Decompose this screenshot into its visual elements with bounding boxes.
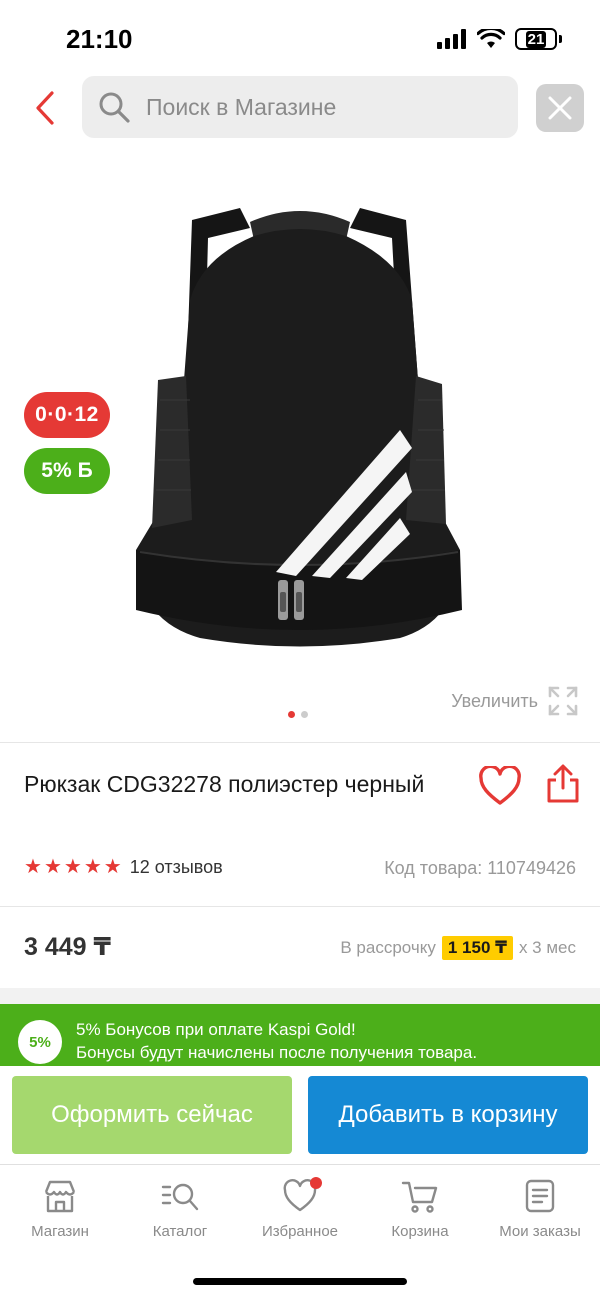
- store-icon: [44, 1180, 76, 1213]
- installment-suffix: х 3 мес: [518, 938, 576, 957]
- promo-badge: 5%: [18, 1020, 62, 1064]
- search-input[interactable]: Поиск в Магазине: [82, 76, 518, 138]
- add-to-cart-button[interactable]: Добавить в корзину: [308, 1076, 588, 1154]
- catalog-search-icon: [161, 1183, 199, 1211]
- installment-prefix: В рассрочку: [340, 938, 436, 957]
- bonus-badge-currency: Б: [77, 459, 93, 482]
- wifi-icon: [477, 29, 505, 48]
- pagination-dot-active: [288, 711, 295, 718]
- status-time: 21:10: [66, 24, 133, 54]
- status-icons: 21: [437, 28, 562, 50]
- divider: [0, 742, 600, 743]
- battery-level: 21: [525, 30, 547, 48]
- search-row: Поиск в Магазине: [0, 76, 600, 140]
- divider: [0, 906, 600, 907]
- star-icon: ★: [83, 856, 102, 878]
- zoom-button[interactable]: Увеличить: [451, 686, 578, 716]
- promo-line-2: Бонусы будут начислены после получения т…: [76, 1043, 478, 1062]
- star-icon: ★: [103, 856, 122, 878]
- notification-dot: [310, 1177, 322, 1189]
- chevron-left-icon: [36, 91, 54, 125]
- tab-catalog[interactable]: Каталог: [120, 1177, 240, 1240]
- tab-label: Магазин: [31, 1223, 89, 1240]
- bonus-badge-value: 5%: [41, 459, 72, 482]
- expand-icon: [548, 686, 578, 716]
- tab-favorites[interactable]: Избранное: [240, 1177, 360, 1240]
- pagination-dot: [301, 711, 308, 718]
- tab-orders[interactable]: Мои заказы: [480, 1177, 600, 1240]
- search-icon: [99, 92, 130, 123]
- bonus-badge: 5% Б: [24, 448, 110, 494]
- installment-amount: 1 150 ₸: [441, 936, 513, 960]
- cart-icon: [401, 1181, 438, 1213]
- heart-icon: [479, 764, 521, 805]
- battery-cap: [559, 35, 562, 43]
- price: 3 449 ₸: [24, 933, 111, 961]
- battery-icon: 21: [515, 28, 557, 50]
- action-bar: Оформить сейчас Добавить в корзину: [0, 1066, 600, 1166]
- tab-cart[interactable]: Корзина: [360, 1177, 480, 1240]
- home-indicator: [193, 1278, 407, 1285]
- star-icon: ★: [63, 856, 82, 878]
- share-icon: [547, 764, 579, 803]
- tab-store[interactable]: Магазин: [0, 1177, 120, 1240]
- bonus-promo-banner[interactable]: 5% 5% Бонусов при оплате Kaspi Gold! Бон…: [0, 1004, 600, 1066]
- back-button[interactable]: [28, 86, 62, 130]
- tab-label: Мои заказы: [499, 1223, 581, 1240]
- orders-icon: [525, 1179, 555, 1213]
- image-pagination: [288, 711, 308, 718]
- installment-info[interactable]: В рассрочку 1 150 ₸ х 3 мес: [340, 936, 576, 960]
- close-icon: [548, 96, 572, 120]
- star-icon: ★: [24, 856, 42, 878]
- reviews-link[interactable]: 12 отзывов: [130, 857, 223, 878]
- star-icon: ★: [43, 856, 62, 878]
- zoom-label: Увеличить: [451, 690, 538, 711]
- tab-label: Корзина: [391, 1223, 449, 1240]
- favorite-button[interactable]: [478, 764, 522, 808]
- buy-now-button[interactable]: Оформить сейчас: [12, 1076, 292, 1154]
- promo-line-1: 5% Бонусов при оплате Kaspi Gold!: [76, 1020, 356, 1039]
- search-placeholder: Поиск в Магазине: [146, 93, 337, 120]
- section-separator: [0, 988, 600, 1004]
- close-button[interactable]: [536, 84, 584, 132]
- share-button[interactable]: [546, 764, 580, 806]
- product-code: Код товара: 110749426: [384, 858, 576, 878]
- installment-badge: 0·0·12: [24, 392, 110, 438]
- signal-icon: [437, 29, 466, 49]
- rating-row[interactable]: ★ ★ ★ ★ ★ 12 отзывов: [24, 856, 223, 878]
- product-title: Рюкзак CDG32278 полиэстер черный: [24, 771, 425, 797]
- status-bar: 21:10 21: [0, 0, 600, 78]
- tab-label: Каталог: [152, 1223, 208, 1240]
- tab-label: Избранное: [261, 1223, 339, 1240]
- product-image[interactable]: [100, 180, 500, 660]
